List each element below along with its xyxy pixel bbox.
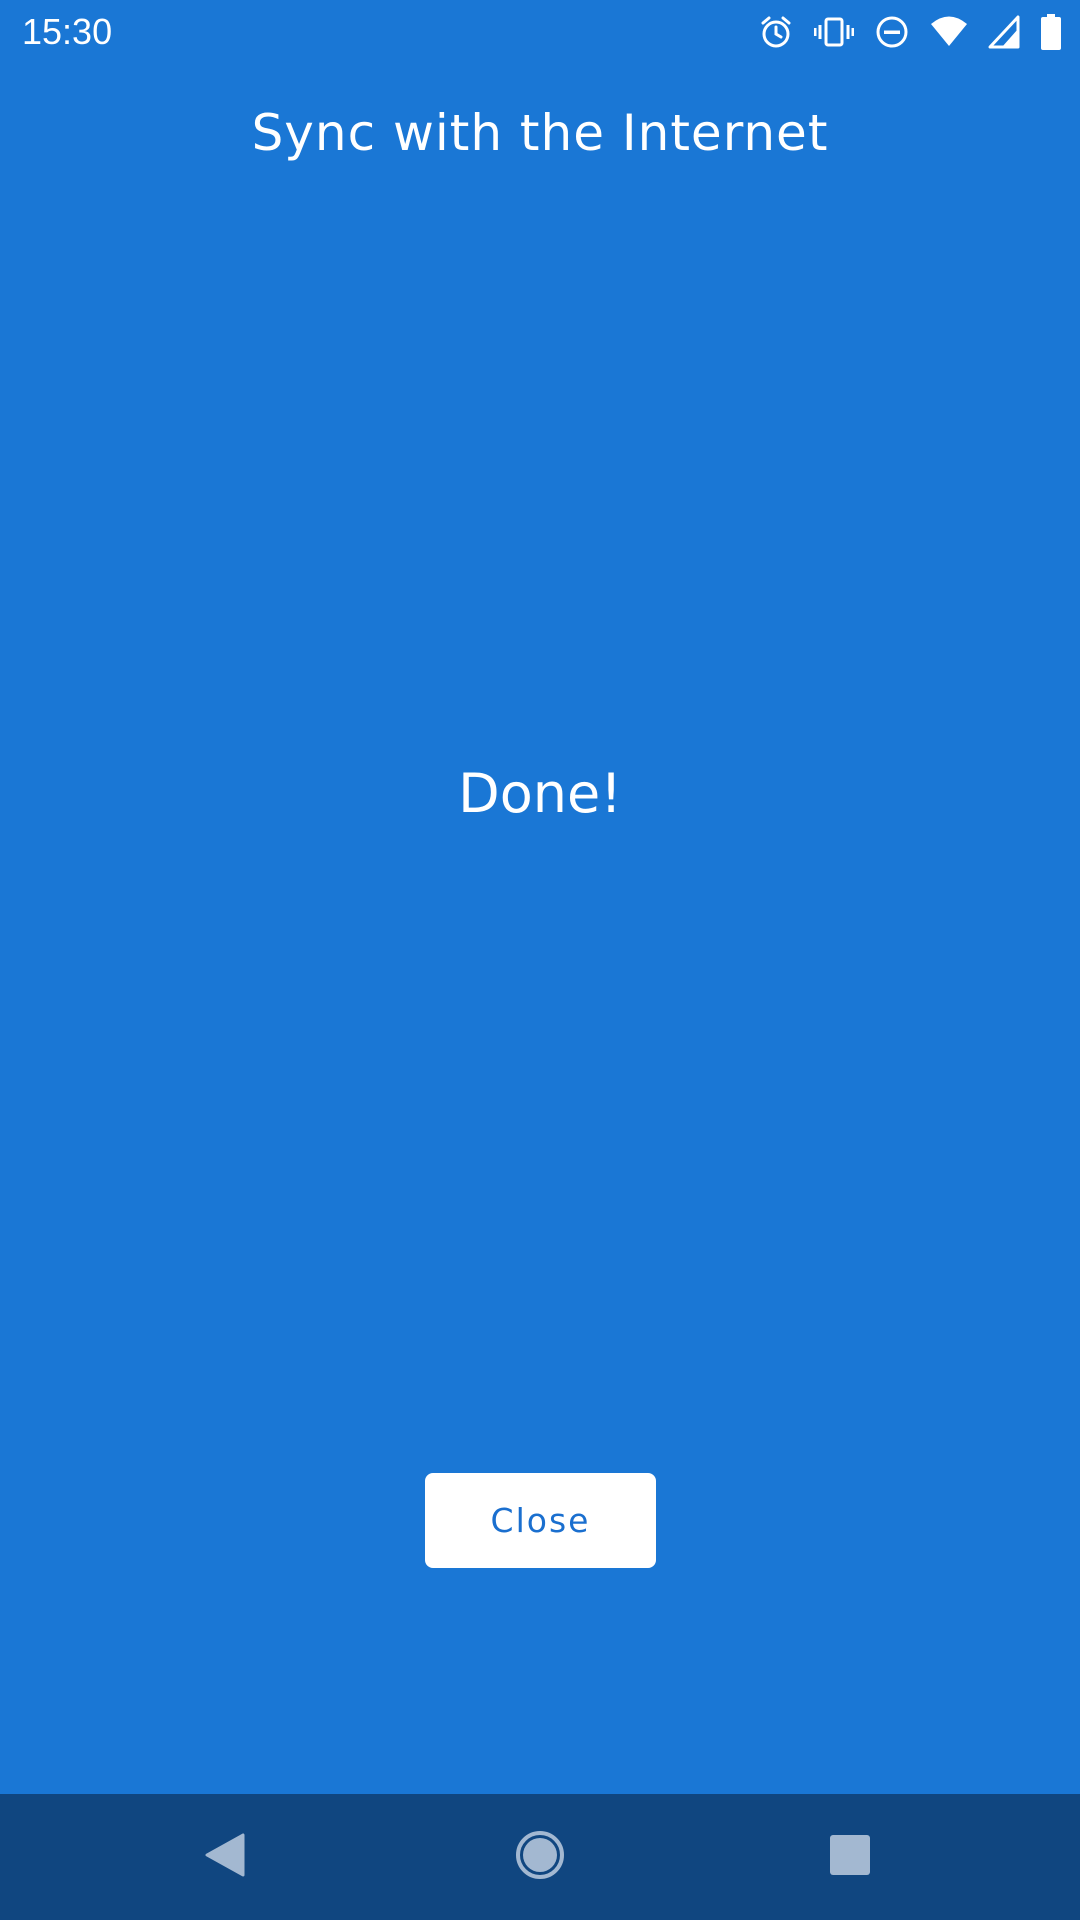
do-not-disturb-icon [874, 14, 910, 50]
close-button[interactable]: Close [425, 1473, 656, 1568]
page-title: Sync with the Internet [251, 104, 829, 162]
status-time: 15:30 [22, 11, 113, 52]
home-icon [514, 1829, 566, 1885]
wifi-icon [930, 15, 968, 49]
back-button[interactable] [145, 1794, 305, 1920]
recents-button[interactable] [770, 1794, 930, 1920]
home-button[interactable] [460, 1794, 620, 1920]
status-message: Done! [458, 762, 622, 825]
status-icons [758, 12, 1062, 52]
status-bar: 15:30 [0, 0, 1080, 66]
battery-icon [1040, 14, 1062, 50]
recents-icon [828, 1833, 872, 1881]
cell-signal-icon [988, 15, 1020, 49]
vibrate-icon [814, 14, 854, 50]
sync-screen: 15:30 Sync with the Internet Done! Close [0, 0, 1080, 1920]
back-icon [203, 1831, 247, 1883]
navigation-bar [0, 1794, 1080, 1920]
alarm-icon [758, 14, 794, 50]
